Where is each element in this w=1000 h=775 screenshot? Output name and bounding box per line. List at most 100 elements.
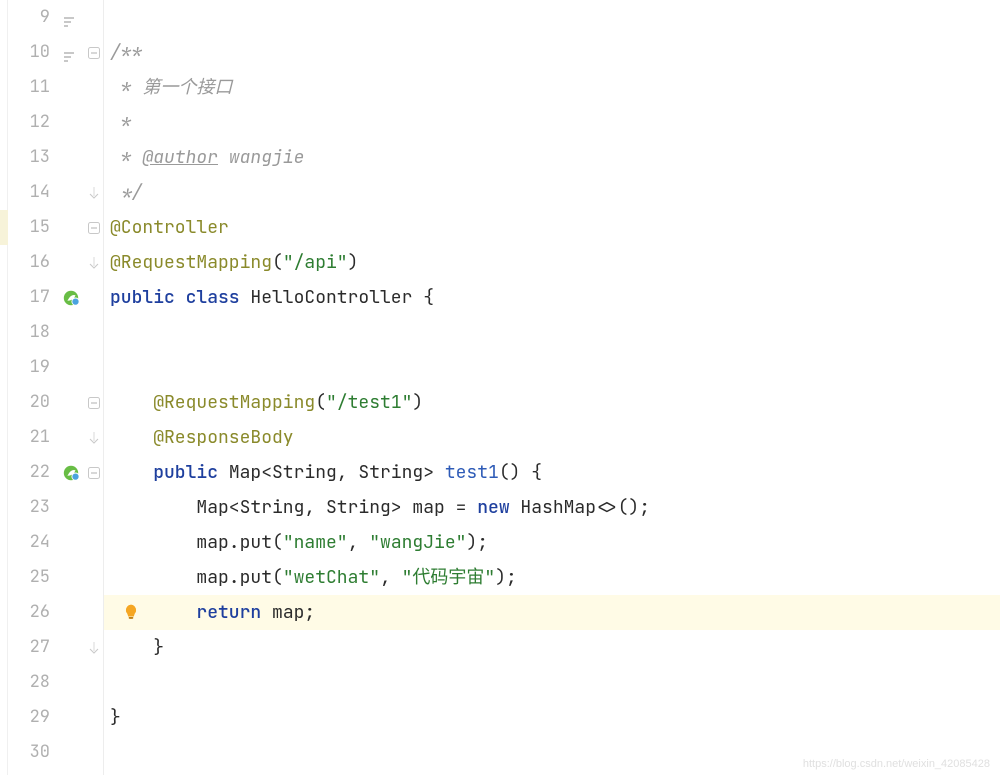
code-token: () {: [499, 461, 542, 484]
code-token: "name": [283, 531, 348, 554]
line-number[interactable]: 29: [8, 700, 50, 735]
code-token: 第一个接口: [142, 76, 232, 99]
fold-end-icon[interactable]: [88, 642, 100, 654]
line-number[interactable]: 21: [8, 420, 50, 455]
code-area[interactable]: /** * 第一个接口 * * @author wangjie */ @Contr…: [104, 0, 1000, 775]
line-number[interactable]: 27: [8, 630, 50, 665]
code-token: map.put(: [196, 531, 282, 554]
code-token: "代码宇宙": [402, 566, 496, 589]
code-token: Map<String, String> map =: [196, 496, 477, 519]
code-line[interactable]: return map;: [104, 595, 1000, 630]
code-line[interactable]: public class HelloController {: [104, 280, 1000, 315]
code-token: public class: [110, 286, 250, 309]
fold-end-icon[interactable]: [88, 257, 100, 269]
line-number[interactable]: 28: [8, 665, 50, 700]
code-line[interactable]: map.put("wetChat", "代码宇宙");: [104, 560, 1000, 595]
code-line[interactable]: *: [104, 105, 1000, 140]
spring-gutter-icon[interactable]: [62, 464, 80, 482]
code-token: "/api": [283, 251, 348, 274]
code-token: wangjie: [218, 146, 304, 169]
line-number[interactable]: 23: [8, 490, 50, 525]
icon-gutter: [58, 0, 86, 775]
code-line[interactable]: * @author wangjie: [104, 140, 1000, 175]
code-line[interactable]: /**: [104, 35, 1000, 70]
line-number[interactable]: 9: [8, 0, 50, 35]
code-token: ): [348, 251, 359, 274]
code-token: *: [110, 111, 132, 134]
code-line[interactable]: */: [104, 175, 1000, 210]
code-token: new: [477, 496, 520, 519]
code-token: map.put(: [196, 566, 282, 589]
code-token: public: [153, 461, 229, 484]
code-line[interactable]: map.put("name", "wangJie");: [104, 525, 1000, 560]
code-line[interactable]: }: [104, 630, 1000, 665]
line-number[interactable]: 16: [8, 245, 50, 280]
code-token: HashMap<>();: [520, 496, 650, 519]
code-token: @RequestMapping: [153, 391, 315, 414]
line-number-gutter[interactable]: 9101112131415161718192021222324252627282…: [8, 0, 58, 775]
left-margin-strip: [0, 0, 8, 775]
line-number[interactable]: 11: [8, 70, 50, 105]
code-line[interactable]: Map<String, String> map = new HashMap<>(…: [104, 490, 1000, 525]
code-token: ): [412, 391, 423, 414]
fold-collapse-icon[interactable]: [88, 467, 100, 479]
code-token: test1: [445, 461, 499, 484]
code-token: *: [110, 76, 142, 99]
code-token: @Controller: [110, 216, 229, 239]
fold-end-icon[interactable]: [88, 187, 100, 199]
code-line[interactable]: @ResponseBody: [104, 420, 1000, 455]
code-token: ,: [348, 531, 370, 554]
line-number[interactable]: 26: [8, 595, 50, 630]
code-line[interactable]: [104, 315, 1000, 350]
code-token: /**: [110, 41, 142, 64]
line-number[interactable]: 13: [8, 140, 50, 175]
line-number[interactable]: 30: [8, 735, 50, 770]
line-number[interactable]: 20: [8, 385, 50, 420]
code-token: ,: [380, 566, 402, 589]
code-token: return: [196, 601, 272, 624]
code-line[interactable]: [104, 0, 1000, 35]
line-number[interactable]: 17: [8, 280, 50, 315]
watermark: https://blog.csdn.net/weixin_42085428: [803, 758, 990, 770]
code-token: @author: [142, 146, 218, 169]
fold-gutter[interactable]: [86, 0, 104, 775]
code-token: (: [315, 391, 326, 414]
code-line[interactable]: }: [104, 700, 1000, 735]
line-number[interactable]: 25: [8, 560, 50, 595]
code-line[interactable]: @Controller: [104, 210, 1000, 245]
line-number[interactable]: 18: [8, 315, 50, 350]
fold-collapse-icon[interactable]: [88, 47, 100, 59]
line-number[interactable]: 19: [8, 350, 50, 385]
fold-collapse-icon[interactable]: [88, 397, 100, 409]
structure-icon[interactable]: [62, 11, 76, 25]
line-number[interactable]: 10: [8, 35, 50, 70]
code-token: */: [110, 181, 142, 204]
code-line[interactable]: public Map<String, String> test1() {: [104, 455, 1000, 490]
code-line[interactable]: [104, 350, 1000, 385]
code-token: "wetChat": [283, 566, 380, 589]
code-line[interactable]: @RequestMapping("/test1"): [104, 385, 1000, 420]
structure-icon[interactable]: [62, 46, 76, 60]
line-number[interactable]: 22: [8, 455, 50, 490]
fold-collapse-icon[interactable]: [88, 222, 100, 234]
code-token: }: [110, 706, 121, 729]
spring-gutter-icon[interactable]: [62, 289, 80, 307]
code-token: map;: [272, 601, 315, 624]
code-editor: 9101112131415161718192021222324252627282…: [0, 0, 1000, 775]
code-token: Map<String, String>: [229, 461, 445, 484]
code-line[interactable]: @RequestMapping("/api"): [104, 245, 1000, 280]
line-number[interactable]: 15: [8, 210, 50, 245]
code-line[interactable]: [104, 665, 1000, 700]
code-token: );: [466, 531, 488, 554]
code-token: (: [272, 251, 283, 274]
line-number[interactable]: 12: [8, 105, 50, 140]
code-line[interactable]: * 第一个接口: [104, 70, 1000, 105]
code-token: }: [153, 636, 164, 659]
code-token: @ResponseBody: [153, 426, 293, 449]
code-token: @RequestMapping: [110, 251, 272, 274]
code-token: "wangJie": [369, 531, 466, 554]
fold-end-icon[interactable]: [88, 432, 100, 444]
intention-bulb-icon[interactable]: [122, 603, 140, 621]
line-number[interactable]: 24: [8, 525, 50, 560]
line-number[interactable]: 14: [8, 175, 50, 210]
